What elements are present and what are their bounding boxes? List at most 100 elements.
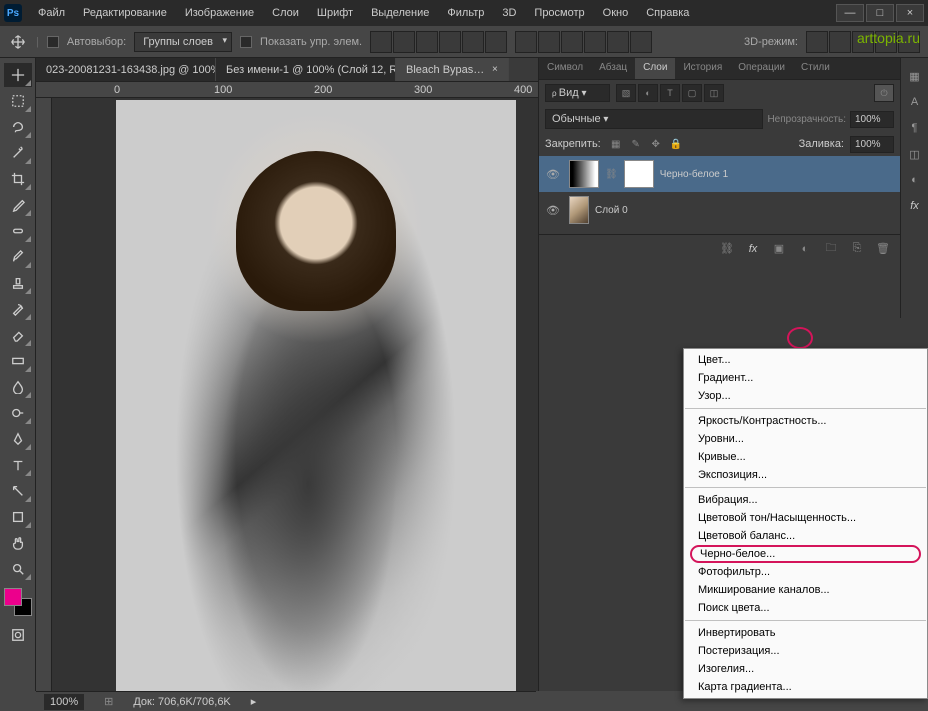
autoselect-dropdown[interactable]: Группы слоев xyxy=(134,32,232,52)
panel-tab-history[interactable]: История xyxy=(675,58,730,79)
menu-item[interactable]: Микширование каналов... xyxy=(684,581,927,599)
3d-roll[interactable] xyxy=(829,31,851,53)
layer-name[interactable]: Черно-белое 1 xyxy=(660,169,896,180)
visibility-icon[interactable]: 👁 xyxy=(543,200,563,220)
document-tab[interactable]: Без имени-1 @ 100% (Слой 12, RG...× xyxy=(216,58,396,81)
3d-orbit[interactable] xyxy=(806,31,828,53)
color-swatches[interactable] xyxy=(4,588,32,616)
new-group-icon[interactable]: 🗀 xyxy=(822,240,840,258)
fill-input[interactable]: 100% xyxy=(850,136,894,153)
hand-tool[interactable] xyxy=(4,531,32,555)
menu-item[interactable]: Изогелия... xyxy=(684,660,927,678)
filter-adjust-icon[interactable]: ◐ xyxy=(638,84,658,102)
panel-tab-styles[interactable]: Стили xyxy=(793,58,838,79)
filter-type-icon[interactable]: T xyxy=(660,84,680,102)
dist-top[interactable] xyxy=(515,31,537,53)
menu-item[interactable]: Инвертировать xyxy=(684,624,927,642)
menu-item[interactable]: Черно-белое... xyxy=(690,545,921,563)
layer-mask-icon[interactable]: ▣ xyxy=(770,240,788,258)
menu-item[interactable]: Карта градиента... xyxy=(684,678,927,696)
adjustments-panel-icon[interactable]: ◐ xyxy=(905,170,925,190)
status-plugin-icon[interactable]: ⊞ xyxy=(104,695,113,708)
stamp-tool[interactable] xyxy=(4,271,32,295)
menu-item[interactable]: Поиск цвета... xyxy=(684,599,927,617)
menu-image[interactable]: Изображение xyxy=(177,3,262,23)
menu-help[interactable]: Справка xyxy=(638,3,697,23)
mask-link-icon[interactable]: ⛓ xyxy=(605,169,618,180)
maximize-button[interactable]: □ xyxy=(866,4,894,22)
layer-kind-dropdown[interactable]: ρ Вид ▾ xyxy=(545,84,610,102)
dist-vcenter[interactable] xyxy=(538,31,560,53)
align-left[interactable] xyxy=(439,31,461,53)
menu-item[interactable]: Постеризация... xyxy=(684,642,927,660)
menu-item[interactable]: Цветовой тон/Насыщенность... xyxy=(684,509,927,527)
adjustment-thumb[interactable] xyxy=(569,160,599,188)
filter-pixel-icon[interactable]: ▧ xyxy=(616,84,636,102)
menu-item[interactable]: Градиент... xyxy=(684,369,927,387)
layer-name[interactable]: Слой 0 xyxy=(595,205,896,216)
paragraph-panel-icon[interactable]: ¶ xyxy=(905,118,925,138)
align-right[interactable] xyxy=(485,31,507,53)
type-tool[interactable] xyxy=(4,453,32,477)
layer-row[interactable]: 👁 Слой 0 xyxy=(539,192,900,228)
document-tab[interactable]: 023-20081231-163438.jpg @ 100% (...× xyxy=(36,58,216,81)
menu-item[interactable]: Яркость/Контрастность... xyxy=(684,412,927,430)
dodge-tool[interactable] xyxy=(4,401,32,425)
shape-tool[interactable] xyxy=(4,505,32,529)
showcontrols-checkbox[interactable] xyxy=(240,36,252,48)
path-tool[interactable] xyxy=(4,479,32,503)
move-tool[interactable] xyxy=(4,63,32,87)
brush-tool[interactable] xyxy=(4,245,32,269)
align-hcenter[interactable] xyxy=(462,31,484,53)
heal-tool[interactable] xyxy=(4,219,32,243)
link-layers-icon[interactable]: ⛓ xyxy=(718,240,736,258)
align-top[interactable] xyxy=(370,31,392,53)
panel-tab-paragraph[interactable]: Абзац xyxy=(591,58,635,79)
crop-tool[interactable] xyxy=(4,167,32,191)
mask-thumb[interactable] xyxy=(624,160,654,188)
type-panel-icon[interactable]: A xyxy=(905,92,925,112)
color-panel-icon[interactable]: ▦ xyxy=(905,66,925,86)
menu-item[interactable]: Вибрация... xyxy=(684,491,927,509)
minimize-button[interactable]: — xyxy=(836,4,864,22)
status-dropdown-icon[interactable]: ▸ xyxy=(251,695,257,708)
dist-left[interactable] xyxy=(584,31,606,53)
menu-edit[interactable]: Редактирование xyxy=(75,3,175,23)
filter-toggle[interactable]: ⏻ xyxy=(874,84,894,102)
menu-select[interactable]: Выделение xyxy=(363,3,437,23)
dist-right[interactable] xyxy=(630,31,652,53)
delete-layer-icon[interactable]: 🗑 xyxy=(874,240,892,258)
layer-effects-icon[interactable]: fx xyxy=(744,240,762,258)
lock-pixels-icon[interactable]: ✎ xyxy=(627,136,645,152)
menu-view[interactable]: Просмотр xyxy=(526,3,592,23)
wand-tool[interactable] xyxy=(4,141,32,165)
menu-3d[interactable]: 3D xyxy=(494,3,524,23)
menu-item[interactable]: Экспозиция... xyxy=(684,466,927,484)
opacity-input[interactable]: 100% xyxy=(850,111,894,128)
menu-item[interactable]: Кривые... xyxy=(684,448,927,466)
gradient-tool[interactable] xyxy=(4,349,32,373)
visibility-icon[interactable]: 👁 xyxy=(543,164,563,184)
align-bottom[interactable] xyxy=(416,31,438,53)
styles-panel-icon[interactable]: fx xyxy=(905,196,925,216)
menu-type[interactable]: Шрифт xyxy=(309,3,361,23)
panel-tab-character[interactable]: Символ xyxy=(539,58,591,79)
filter-smart-icon[interactable]: ◫ xyxy=(704,84,724,102)
libraries-panel-icon[interactable]: ◫ xyxy=(905,144,925,164)
blur-tool[interactable] xyxy=(4,375,32,399)
document-tab[interactable]: Bleach Bypass arttopia.psd @ 100% (Черно… xyxy=(396,58,509,81)
lock-position-icon[interactable]: ✥ xyxy=(647,136,665,152)
zoom-level[interactable]: 100% xyxy=(44,694,84,710)
menu-item[interactable]: Цветовой баланс... xyxy=(684,527,927,545)
menu-item[interactable]: Фотофильтр... xyxy=(684,563,927,581)
menu-file[interactable]: Файл xyxy=(30,3,73,23)
menu-filter[interactable]: Фильтр xyxy=(439,3,492,23)
lock-transparency-icon[interactable]: ▦ xyxy=(607,136,625,152)
dist-bottom[interactable] xyxy=(561,31,583,53)
foreground-color[interactable] xyxy=(4,588,22,606)
panel-tab-actions[interactable]: Операции xyxy=(730,58,793,79)
tab-close-icon[interactable]: × xyxy=(492,64,498,75)
menu-window[interactable]: Окно xyxy=(595,3,637,23)
dist-hcenter[interactable] xyxy=(607,31,629,53)
new-layer-icon[interactable]: ⎘ xyxy=(848,240,866,258)
